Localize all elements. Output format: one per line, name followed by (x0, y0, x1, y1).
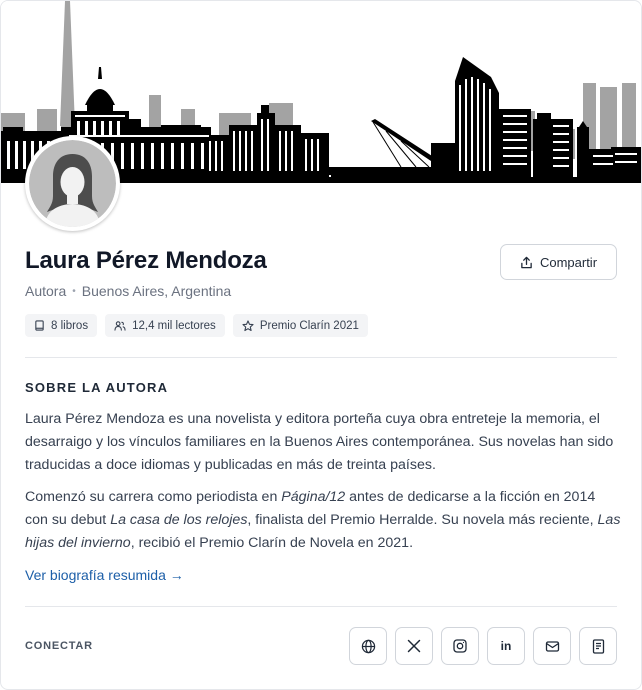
share-button[interactable]: Compartir (500, 244, 617, 280)
bio-paragraph-2: Comenzó su carrera como periodista en Pá… (25, 489, 621, 551)
star-icon (242, 319, 254, 331)
globe-icon (361, 639, 375, 653)
author-name: Laura Pérez Mendoza (25, 247, 267, 274)
social-links: in (349, 627, 617, 665)
books-count: 8 libros (51, 319, 89, 332)
linkedin-icon: in (500, 639, 512, 653)
author-subtitle: Autora • Buenos Aires, Argentina (25, 283, 231, 299)
books-chip: 8 libros (25, 314, 98, 337)
short-bio-link[interactable]: Ver biografía resumida → (25, 567, 184, 583)
award-chip: Premio Clarín 2021 (232, 314, 368, 337)
stats-chips: 8 libros 12,4 mil lectores Premio Clarín… (25, 314, 368, 337)
debut-title: La casa de los relojes (110, 512, 248, 528)
readers-icon (114, 321, 126, 331)
mail-icon (545, 641, 559, 652)
connect-label: CONECTAR (25, 640, 93, 652)
x-icon (407, 639, 421, 653)
instagram-icon (453, 639, 467, 653)
avatar[interactable] (25, 136, 120, 231)
book-icon (35, 320, 44, 331)
x-button[interactable] (395, 627, 433, 665)
author-profile-card: Compartir Laura Pérez Mendoza Autora • B… (0, 0, 642, 690)
linkedin-button[interactable]: in (487, 627, 525, 665)
instagram-button[interactable] (441, 627, 479, 665)
readers-count: 12,4 mil lectores (132, 319, 216, 332)
bio-paragraph-1: Laura Pérez Mendoza es una novelista y e… (25, 411, 614, 473)
readers-chip: 12,4 mil lectores (105, 314, 225, 337)
award-label: Premio Clarín 2021 (259, 319, 359, 332)
about-section-title: SOBRE LA AUTORA (25, 380, 169, 395)
share-icon (521, 256, 532, 268)
user-placeholder-icon (29, 140, 116, 227)
email-button[interactable] (533, 627, 571, 665)
website-button[interactable] (349, 627, 387, 665)
divider (25, 606, 617, 607)
book-icon (592, 638, 604, 654)
author-role: Autora (25, 283, 67, 299)
author-location: Buenos Aires, Argentina (81, 283, 232, 299)
publication-title: Página/12 (281, 489, 346, 505)
share-button-label: Compartir (539, 254, 598, 270)
publications-button[interactable] (579, 627, 617, 665)
divider (25, 357, 617, 358)
separator-dot: • (72, 285, 76, 297)
